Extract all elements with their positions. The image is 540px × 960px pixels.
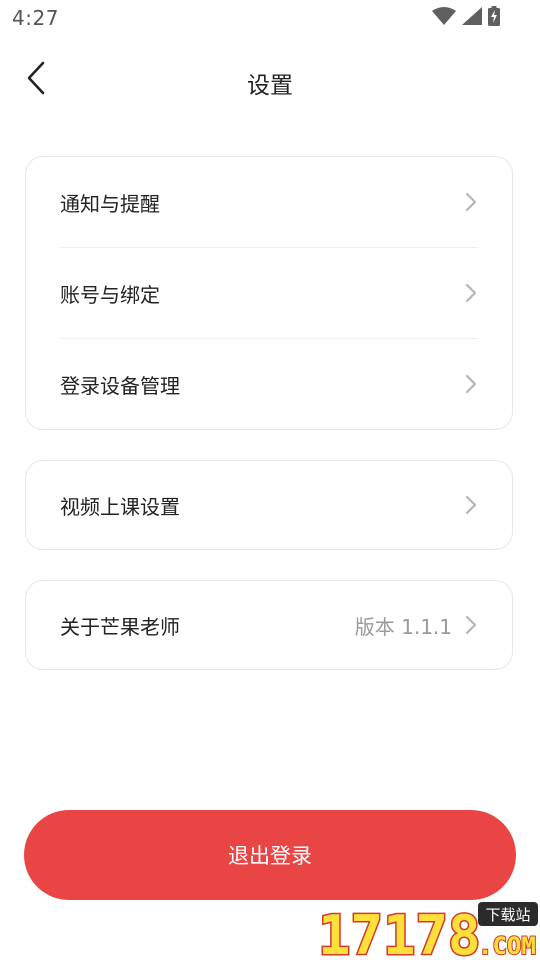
settings-item-label: 视频上课设置 <box>60 494 180 519</box>
svg-text:.COM: .COM <box>478 932 536 960</box>
settings-item-label: 关于芒果老师 <box>60 614 180 639</box>
chevron-right-icon <box>464 191 478 213</box>
svg-text:下载站: 下载站 <box>485 906 530 924</box>
settings-item-notifications[interactable]: 通知与提醒 <box>60 157 478 247</box>
chevron-right-icon <box>464 614 478 636</box>
settings-item-account-binding[interactable]: 账号与绑定 <box>60 247 478 338</box>
settings-item-label: 账号与绑定 <box>60 282 160 307</box>
settings-item-label: 登录设备管理 <box>60 373 180 398</box>
chevron-right-icon <box>464 282 478 304</box>
settings-group-video: 视频上课设置 <box>25 460 513 550</box>
watermark-logo: 17178 下载站 .COM <box>316 898 540 960</box>
settings-item-device-management[interactable]: 登录设备管理 <box>60 338 478 429</box>
status-icons <box>432 6 500 30</box>
settings-item-about[interactable]: 关于芒果老师 版本 1.1.1 <box>60 581 478 669</box>
settings-item-video-class[interactable]: 视频上课设置 <box>60 461 478 549</box>
chevron-right-icon <box>464 373 478 395</box>
status-bar: 4:27 <box>0 0 540 36</box>
svg-text:17178: 17178 <box>318 904 481 960</box>
wifi-icon <box>432 7 456 29</box>
settings-item-label: 通知与提醒 <box>60 191 160 216</box>
logout-label: 退出登录 <box>228 844 312 868</box>
settings-group-account: 通知与提醒 账号与绑定 登录设备管理 <box>25 156 513 430</box>
status-time: 4:27 <box>12 6 59 30</box>
settings-page: 4:27 设置 通知与提醒 账号与绑定 登录设备管理 视频上课设置 关于芒果老师… <box>0 0 540 960</box>
version-text: 版本 1.1.1 <box>354 614 452 639</box>
battery-charging-icon <box>488 6 500 30</box>
header-bar: 设置 <box>0 50 540 110</box>
cell-signal-icon <box>462 7 482 29</box>
page-title: 设置 <box>247 73 293 99</box>
logout-button[interactable]: 退出登录 <box>24 810 516 900</box>
settings-group-about: 关于芒果老师 版本 1.1.1 <box>25 580 513 670</box>
chevron-right-icon <box>464 494 478 516</box>
